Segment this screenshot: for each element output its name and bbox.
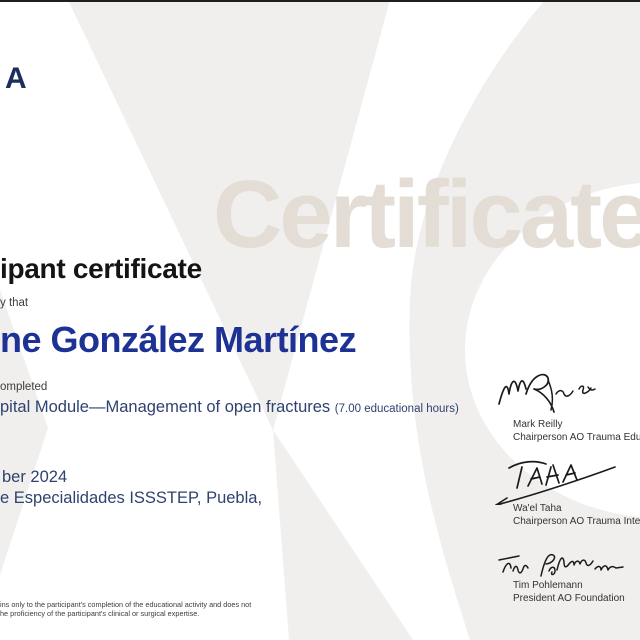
- signer-title-2: Chairperson AO Trauma International: [513, 516, 640, 527]
- certificate-page: { "page": { "background_color": "#ffffff…: [0, 0, 640, 640]
- course-line: pital Module—Management of open fracture…: [0, 398, 459, 417]
- signer-name-2: Wa'el Taha: [513, 503, 562, 514]
- completed-line: ompleted: [0, 381, 48, 393]
- signature-wael-taha-image: [495, 460, 616, 505]
- course-title: pital Module—Management of open fracture…: [0, 398, 335, 416]
- signer-name-3: Tim Pohlemann: [513, 580, 583, 591]
- ao-logo-fragment: A: [5, 62, 28, 95]
- course-hours: (7.00 educational hours): [334, 403, 459, 415]
- signer-title-1: Chairperson AO Trauma Education: [513, 432, 640, 443]
- certify-line: y that: [0, 297, 29, 309]
- signer-title-3: President AO Foundation: [513, 593, 625, 604]
- signature-mark-reilly-image: [498, 373, 596, 413]
- signer-name-1: Mark Reilly: [513, 419, 563, 430]
- recipient-name: ne González Martínez: [0, 319, 357, 360]
- disclaimer-text: ins only to the participant's completion…: [0, 600, 251, 619]
- certificate-watermark-text: Certificate: [213, 161, 640, 268]
- disclaimer-line-2: he proficiency of the participant's clin…: [0, 608, 200, 618]
- top-edge-line: [0, 0, 640, 2]
- signature-tim-pohlemann-image: [498, 553, 624, 577]
- course-venue: e Especialidades ISSSTEP, Puebla,: [0, 489, 263, 507]
- certificate-title: ipant certificate: [0, 253, 202, 284]
- course-date: ber 2024: [2, 468, 68, 486]
